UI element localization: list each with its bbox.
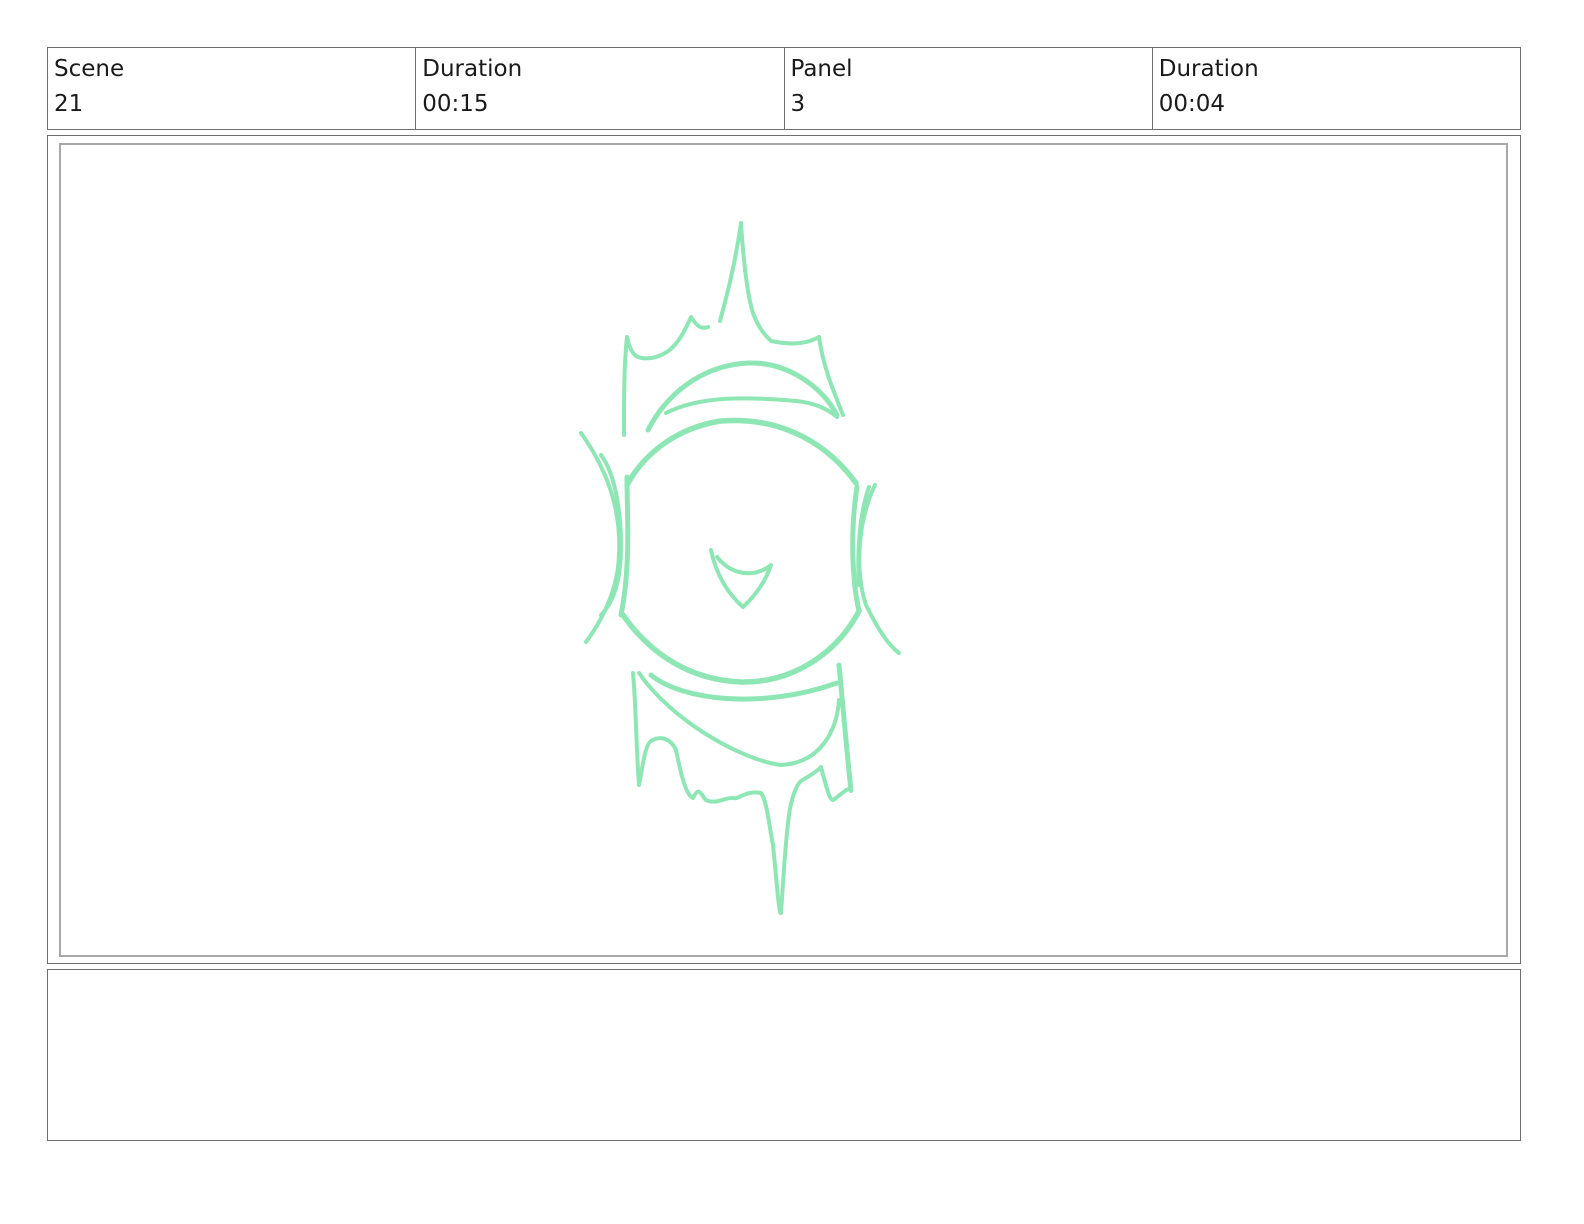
scene-cell: Scene 21 [48,48,417,129]
scene-label: Scene [54,56,125,82]
panel-cell: Panel 3 [785,48,1153,129]
drawing-area[interactable] [59,143,1508,957]
panel-duration-value[interactable]: 00:04 [1159,89,1520,119]
panel-duration-cell: Duration 00:04 [1153,48,1520,129]
sketch-eye-outer-top [624,417,859,488]
notes-area[interactable] [47,969,1521,1141]
eye-sketch [579,221,901,916]
sketch-lower-arc-1 [648,672,840,702]
scene-duration-label: Duration [422,56,523,82]
sketch-pupil [709,548,773,609]
scene-duration-value[interactable]: 00:15 [422,89,783,119]
sketch-upper-arc-2 [664,396,839,419]
sketch-top-spike [718,221,845,417]
sketch-left-curve-outer [579,431,622,644]
panel-label: Panel [790,56,853,82]
sketch-eye-outer-bottom [620,608,862,685]
sketch-bottom-drips [631,671,853,916]
storyboard-frame [47,135,1521,964]
sketch-bottom-right-side [836,662,854,793]
scene-value[interactable]: 21 [54,89,415,119]
sketch-right-curve-outer [857,483,901,655]
scene-duration-cell: Duration 00:15 [416,48,785,129]
panel-value[interactable]: 3 [791,89,1152,119]
panel-info-header: Scene 21 Duration 00:15 Panel 3 Duration… [47,47,1521,130]
panel-duration-label: Duration [1158,56,1259,82]
